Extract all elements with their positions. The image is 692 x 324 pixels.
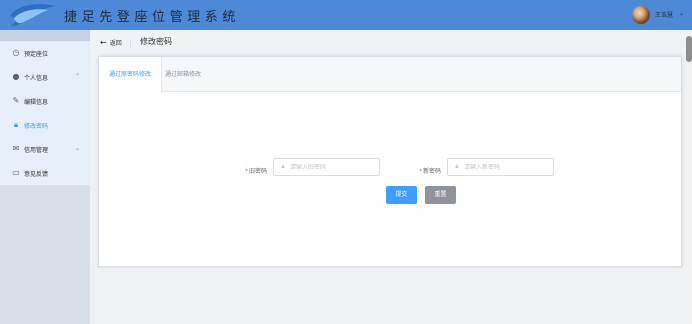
top-bar: 捷足先登座位管理系统 王浩慧 ⌄: [0, 0, 692, 30]
sidebar-item-label: 修改密码: [24, 122, 49, 130]
logo-icon: [10, 4, 56, 26]
sidebar-item-personal-info[interactable]: ● 个人信息 ⌃: [0, 65, 90, 89]
main-content: ← 返回 修改密码 通过原密码修改 通过邮箱修改 *旧密码 🔒︎ *新密码 🔒︎…: [90, 30, 686, 324]
old-password-label: *旧密码: [245, 168, 268, 175]
required-mark: *: [245, 168, 248, 175]
new-password-input[interactable]: [464, 163, 552, 171]
chevron-up-icon: ⌃: [75, 73, 81, 80]
new-password-field[interactable]: 🔒︎: [447, 158, 554, 176]
mail-icon: ✉: [12, 144, 20, 153]
edit-icon: ✎: [12, 96, 20, 105]
arrow-left-icon: ←: [100, 38, 107, 47]
scrollbar[interactable]: [686, 30, 692, 324]
sidebar-item-change-password[interactable]: 🔒︎ 修改密码: [0, 113, 90, 137]
page-title: 修改密码: [140, 37, 172, 46]
password-card: 通过原密码修改 通过邮箱修改 *旧密码 🔒︎ *新密码 🔒︎ 提交 重置: [98, 56, 682, 267]
user-icon: ●: [12, 72, 20, 81]
sidebar-item-label: 信用管理: [24, 146, 49, 154]
app-title: 捷足先登座位管理系统: [64, 10, 241, 25]
scrollbar-thumb[interactable]: [686, 36, 692, 62]
sidebar-item-label: 意见反馈: [24, 170, 49, 178]
tab-bar: 通过原密码修改 通过邮箱修改: [99, 57, 681, 93]
folder-icon: ▭: [12, 168, 20, 177]
sidebar-item-edit-info[interactable]: ✎ 编辑信息: [0, 89, 90, 113]
lock-icon: 🔒︎: [455, 163, 459, 170]
sidebar-item-label: 个人信息: [24, 74, 49, 82]
old-password-field[interactable]: 🔒︎: [273, 158, 380, 176]
sidebar-menu: ◷ 预定座位 ● 个人信息 ⌃ ✎ 编辑信息 🔒︎ 修改密码 ✉ 信用管理 ⌄ …: [0, 41, 90, 185]
lock-icon: 🔒︎: [281, 163, 285, 170]
sidebar: ◷ 预定座位 ● 个人信息 ⌃ ✎ 编辑信息 🔒︎ 修改密码 ✉ 信用管理 ⌄ …: [0, 30, 90, 324]
back-button[interactable]: ← 返回: [100, 38, 122, 47]
old-password-input[interactable]: [290, 163, 378, 171]
sidebar-item-label: 编辑信息: [24, 98, 49, 106]
sidebar-item-credit-management[interactable]: ✉ 信用管理 ⌄: [0, 137, 90, 161]
chevron-down-icon[interactable]: ⌄: [679, 10, 684, 17]
sidebar-item-reserve-seat[interactable]: ◷ 预定座位: [0, 41, 90, 65]
clock-icon: ◷: [12, 48, 20, 57]
sidebar-top-strip: [0, 30, 90, 41]
back-label: 返回: [109, 40, 122, 47]
tab-by-email[interactable]: 通过邮箱修改: [155, 57, 211, 92]
sidebar-item-label: 预定座位: [24, 50, 49, 58]
avatar[interactable]: [632, 6, 650, 24]
submit-button[interactable]: 提交: [386, 186, 417, 204]
header-divider: [130, 39, 131, 47]
new-password-label: *新密码: [419, 168, 442, 175]
required-mark: *: [419, 168, 422, 175]
reset-button[interactable]: 重置: [425, 186, 456, 204]
chevron-down-icon: ⌄: [75, 145, 81, 152]
lock-icon: 🔒︎: [13, 120, 19, 129]
tab-by-old-password[interactable]: 通过原密码修改: [99, 57, 163, 93]
sidebar-item-feedback[interactable]: ▭ 意见反馈: [0, 161, 90, 185]
username[interactable]: 王浩慧: [655, 10, 673, 19]
